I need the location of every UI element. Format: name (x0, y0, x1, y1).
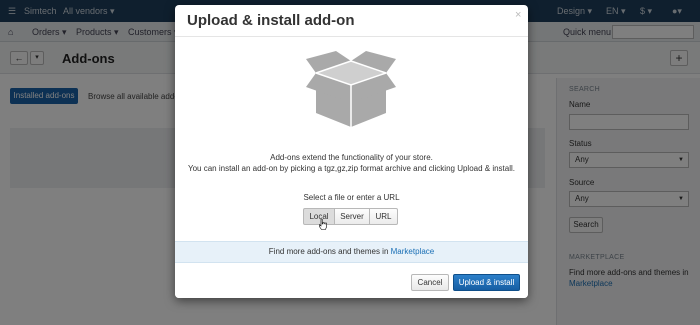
dialog-title: Upload & install add-on (187, 12, 355, 29)
marketplace-strip: Find more add-ons and themes in Marketpl… (175, 241, 528, 263)
dialog-header: Upload & install add-on × (175, 5, 528, 37)
dialog-footer: Cancel Upload & install (175, 263, 528, 298)
source-server-button[interactable]: Server (335, 208, 370, 225)
upload-install-button[interactable]: Upload & install (453, 274, 520, 291)
description-line-2: You can install an add-on by picking a t… (188, 164, 515, 173)
source-url-button[interactable]: URL (370, 208, 398, 225)
marketplace-strip-link[interactable]: Marketplace (391, 247, 435, 256)
marketplace-strip-text: Find more add-ons and themes in (268, 247, 389, 256)
select-prompt: Select a file or enter a URL (303, 193, 400, 202)
description-line-1: Add-ons extend the functionality of your… (270, 153, 433, 162)
open-box-icon (306, 51, 396, 127)
mouse-cursor-icon (319, 219, 327, 230)
upload-addon-dialog: Upload & install add-on × Add-ons extend… (175, 5, 528, 298)
close-icon[interactable]: × (515, 9, 521, 21)
cancel-button[interactable]: Cancel (411, 274, 449, 291)
